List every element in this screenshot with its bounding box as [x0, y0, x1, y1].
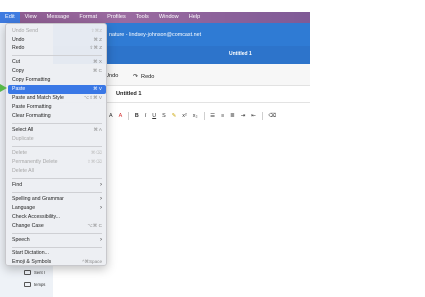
menu-copy-formatting[interactable]: Copy Formatting — [8, 76, 106, 85]
menu-message[interactable]: Message — [42, 12, 75, 23]
compose-title: Untitled 1 — [229, 51, 252, 57]
bold-button[interactable]: B — [135, 113, 139, 119]
folder-icon — [24, 270, 31, 275]
menu-speech[interactable]: Speech › — [8, 236, 106, 245]
divider — [261, 112, 263, 120]
menu-cut[interactable]: Cut ⌘ X — [8, 58, 106, 67]
superscript-button[interactable]: x² — [182, 113, 187, 119]
chevron-right-icon: › — [100, 196, 102, 203]
folder-icon — [24, 282, 31, 287]
font-color-button[interactable]: A — [109, 113, 113, 119]
menu-divider — [12, 55, 102, 56]
menu-start-dictation[interactable]: Start Dictation... — [8, 249, 106, 258]
menu-format[interactable]: Format — [74, 12, 102, 23]
menu-language[interactable]: Language › — [8, 204, 106, 213]
subscript-button[interactable]: x₂ — [193, 113, 198, 119]
menu-divider — [12, 192, 102, 193]
numbered-list-icon[interactable]: ≡ — [221, 113, 224, 119]
menu-delete[interactable]: Delete ⌘⌫ — [8, 149, 106, 158]
menu-divider — [12, 233, 102, 234]
menu-paste-formatting[interactable]: Paste Formatting — [8, 103, 106, 112]
chevron-right-icon: › — [100, 205, 102, 212]
menu-clear-formatting[interactable]: Clear Formatting — [8, 112, 106, 121]
undo-button[interactable]: Undo — [105, 73, 118, 79]
subject-text: Untitled 1 — [116, 91, 142, 97]
menu-edit[interactable]: Edit — [0, 12, 20, 23]
redo-button[interactable]: ↷ Redo — [133, 73, 154, 81]
menu-delete-all[interactable]: Delete All — [8, 167, 106, 176]
folder-item[interactable]: temps — [24, 282, 45, 287]
menu-copy[interactable]: Copy ⌘ C — [8, 67, 106, 76]
menu-tools[interactable]: Tools — [131, 12, 154, 23]
pointer-arrow-icon — [0, 84, 7, 92]
empty-area — [310, 0, 425, 297]
indent-icon[interactable]: ⇥ — [241, 113, 246, 119]
menu-divider — [12, 123, 102, 124]
menu-paste[interactable]: Paste ⌘ V — [8, 85, 106, 94]
menu-permanently-delete[interactable]: Permanently Delete ⇧⌘⌫ — [8, 158, 106, 167]
menu-change-case[interactable]: Change Case ⌥⌘ C — [8, 222, 106, 231]
divider — [203, 112, 205, 120]
menu-window[interactable]: Window — [154, 12, 184, 23]
align-icon[interactable]: ≣ — [230, 113, 235, 119]
edit-menu: Undo Send ⇧⌘Z Undo ⌘ Z Redo ⇧⌘ Z Cut ⌘ X… — [5, 23, 107, 266]
menu-paste-match-style[interactable]: Paste and Match Style ⌥⇧⌘ V — [8, 94, 106, 103]
text-color-button[interactable]: A — [119, 113, 123, 119]
menu-select-all[interactable]: Select All ⌘ A — [8, 126, 106, 135]
italic-button[interactable]: I — [145, 113, 147, 119]
signature-line: nature - lindsey-johnson@comcast.net — [109, 32, 202, 38]
highlight-icon[interactable]: ✎ — [172, 113, 177, 119]
menu-bar: Edit View Message Format Profiles Tools … — [0, 12, 310, 23]
menu-undo[interactable]: Undo ⌘ Z — [8, 36, 106, 45]
redo-icon: ↷ — [133, 74, 139, 80]
underline-button[interactable]: U — [152, 113, 156, 119]
menu-spelling-grammar[interactable]: Spelling and Grammar › — [8, 195, 106, 204]
menu-check-accessibility[interactable]: Check Accessibility... — [8, 213, 106, 222]
strike-button[interactable]: S — [162, 113, 166, 119]
chevron-right-icon: › — [100, 182, 102, 189]
chevron-right-icon: › — [100, 237, 102, 244]
menu-undo-send[interactable]: Undo Send ⇧⌘Z — [8, 27, 106, 36]
divider — [128, 112, 129, 120]
menu-help[interactable]: Help — [184, 12, 206, 23]
outdent-icon[interactable]: ⇤ — [251, 113, 256, 119]
menu-divider — [12, 247, 102, 248]
menu-duplicate[interactable]: Duplicate — [8, 135, 106, 144]
menu-profiles[interactable]: Profiles — [102, 12, 131, 23]
clear-format-icon[interactable]: ⌫ — [268, 113, 276, 119]
menu-divider — [12, 178, 102, 179]
menu-emoji-symbols[interactable]: Emoji & Symbols ^⌘Space — [8, 258, 106, 267]
folder-item[interactable]: Sent I — [24, 270, 45, 275]
menu-view[interactable]: View — [20, 12, 42, 23]
menu-divider — [12, 146, 102, 147]
bullet-list-icon[interactable]: ☰ — [210, 113, 215, 119]
menu-find[interactable]: Find › — [8, 181, 106, 190]
menu-redo[interactable]: Redo ⇧⌘ Z — [8, 44, 106, 53]
